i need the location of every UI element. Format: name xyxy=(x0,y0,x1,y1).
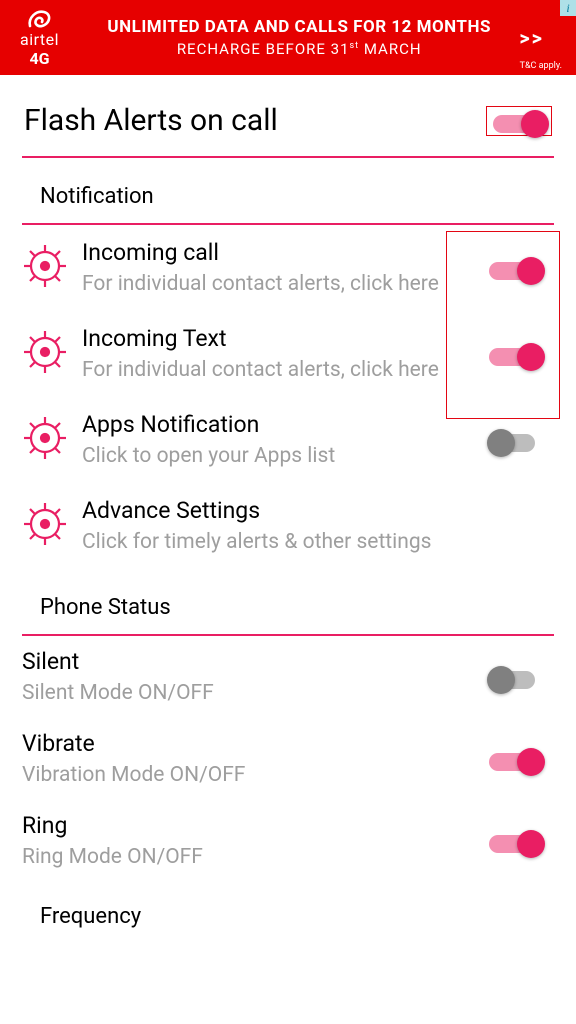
master-toggle-highlight xyxy=(486,106,552,136)
setting-title: Silent xyxy=(22,648,476,677)
silent-toggle[interactable] xyxy=(489,667,541,687)
ad-banner[interactable]: airtel 4G UNLIMITED DATA AND CALLS FOR 1… xyxy=(0,0,576,75)
setting-subtitle: Silent Mode ON/OFF xyxy=(22,680,476,706)
setting-title: Advance Settings xyxy=(82,497,468,526)
setting-subtitle: For individual contact alerts, click her… xyxy=(82,271,468,297)
section-header-phone-status: Phone Status xyxy=(22,569,554,636)
app-header: Flash Alerts on call xyxy=(22,75,554,158)
setting-apps-notification[interactable]: Apps Notification Click to open your App… xyxy=(22,397,554,483)
setting-incoming-text[interactable]: Incoming Text For individual contact ale… xyxy=(22,311,554,397)
airtel-swirl-icon xyxy=(26,8,54,30)
setting-silent[interactable]: Silent Silent Mode ON/OFF xyxy=(22,636,554,718)
setting-advance-settings[interactable]: Advance Settings Click for timely alerts… xyxy=(22,483,554,569)
setting-incoming-call[interactable]: Incoming call For individual contact ale… xyxy=(22,225,554,311)
incoming-text-toggle[interactable] xyxy=(489,344,541,364)
ad-sub-brand: 4G xyxy=(29,49,49,68)
section-header-frequency: Frequency xyxy=(22,882,554,929)
ring-toggle[interactable] xyxy=(489,831,541,851)
master-toggle[interactable] xyxy=(493,111,545,131)
setting-title: Ring xyxy=(22,812,476,841)
ad-subline-post: MARCH xyxy=(359,40,421,58)
section-header-notification: Notification xyxy=(22,158,554,225)
ad-subline-pre: RECHARGE BEFORE 31 xyxy=(177,40,350,58)
setting-subtitle: Click to open your Apps list xyxy=(82,443,468,469)
gear-icon xyxy=(22,329,68,375)
ad-arrows-icon: >> xyxy=(519,26,544,50)
ad-brand-logo: airtel 4G xyxy=(20,8,59,68)
setting-subtitle: For individual contact alerts, click her… xyxy=(82,357,468,383)
gear-icon xyxy=(22,415,68,461)
setting-title: Apps Notification xyxy=(82,411,468,440)
setting-subtitle: Ring Mode ON/OFF xyxy=(22,844,476,870)
setting-title: Vibrate xyxy=(22,730,476,759)
page-title: Flash Alerts on call xyxy=(24,103,278,138)
ad-brand-text: airtel xyxy=(20,30,59,49)
incoming-call-toggle[interactable] xyxy=(489,258,541,278)
ad-headline: UNLIMITED DATA AND CALLS FOR 12 MONTHS xyxy=(89,17,509,37)
ad-terms: T&C apply. xyxy=(520,61,562,71)
gear-icon xyxy=(22,243,68,289)
setting-title: Incoming call xyxy=(82,239,468,268)
ad-info-icon[interactable]: i xyxy=(560,0,576,16)
ad-subline-sup: st xyxy=(350,41,360,51)
setting-subtitle: Vibration Mode ON/OFF xyxy=(22,762,476,788)
setting-subtitle: Click for timely alerts & other settings xyxy=(82,529,468,555)
ad-copy: UNLIMITED DATA AND CALLS FOR 12 MONTHS R… xyxy=(89,17,509,57)
setting-title: Incoming Text xyxy=(82,325,468,354)
vibrate-toggle[interactable] xyxy=(489,749,541,769)
apps-notification-toggle[interactable] xyxy=(489,430,541,450)
gear-icon xyxy=(22,501,68,547)
setting-vibrate[interactable]: Vibrate Vibration Mode ON/OFF xyxy=(22,718,554,800)
setting-ring[interactable]: Ring Ring Mode ON/OFF xyxy=(22,800,554,882)
ad-subline: RECHARGE BEFORE 31st MARCH xyxy=(89,40,509,58)
